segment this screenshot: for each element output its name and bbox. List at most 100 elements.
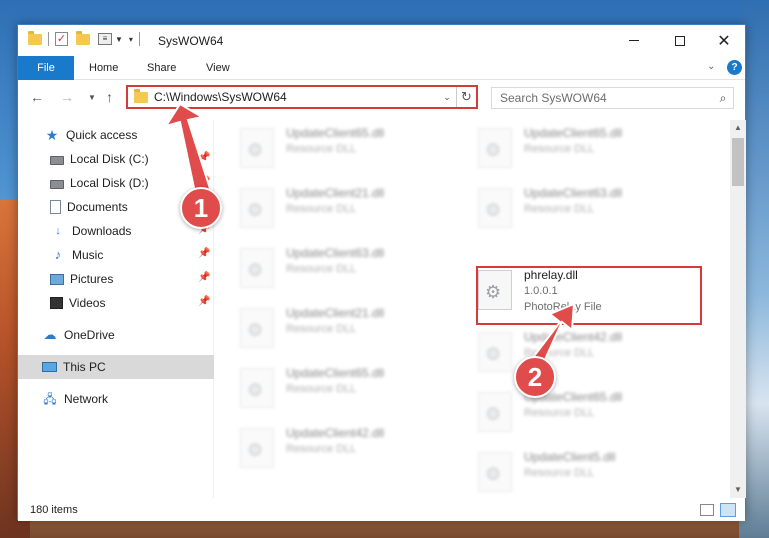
expand-ribbon-icon[interactable]: ⌄ — [707, 61, 715, 72]
sidebar-item-music[interactable]: ♪ Music 📌 — [18, 243, 214, 267]
recent-locations-chevron-icon[interactable]: ▼ — [88, 93, 96, 102]
file-name: UpdateClient21.dll — [286, 186, 385, 200]
file-item[interactable]: ⚙ UpdateClient63.dll Resource DLL — [218, 242, 438, 290]
file-item[interactable]: ⚙ UpdateClient65.dll Resource DLL — [218, 362, 438, 410]
dll-file-icon: ⚙ — [240, 308, 274, 348]
up-arrow-icon[interactable]: ↑ — [106, 89, 113, 105]
vertical-scrollbar[interactable]: ▲ ▼ — [730, 120, 746, 498]
search-box[interactable]: ⌕ — [491, 87, 734, 109]
scroll-up-icon[interactable]: ▲ — [730, 120, 746, 136]
pin-icon[interactable]: 📌 — [198, 296, 210, 307]
drive-icon — [50, 179, 64, 189]
back-arrow-icon[interactable]: ← — [30, 89, 44, 105]
pin-icon[interactable]: 📌 — [198, 272, 210, 283]
pin-icon[interactable]: 📌 — [198, 152, 210, 163]
sidebar-item-local-disk-d[interactable]: Local Disk (D:) 📌 — [18, 171, 214, 195]
minimize-button[interactable] — [611, 25, 657, 56]
details-view-icon[interactable] — [700, 504, 714, 516]
close-button[interactable]: ✕ — [701, 25, 747, 56]
dll-file-icon: ⚙ — [240, 248, 274, 288]
pin-icon[interactable]: 📌 — [198, 176, 210, 187]
file-item[interactable]: ⚙ UpdateClient63.dll Resource DLL — [456, 182, 676, 230]
file-item[interactable]: ⚙ UpdateClient21.dll Resource DLL — [218, 302, 438, 350]
sidebar-item-network[interactable]: 🖧 Network — [18, 387, 214, 411]
toolbar-divider — [48, 32, 49, 46]
tab-file[interactable]: File — [18, 56, 74, 80]
window-title: SysWOW64 — [158, 34, 224, 48]
music-icon: ♪ — [54, 247, 62, 262]
download-icon: ↓ — [55, 225, 61, 237]
file-name: UpdateClient65.dll — [286, 366, 385, 380]
gear-icon: ⚙ — [247, 200, 264, 220]
address-bar[interactable]: C:\Windows\SysWOW64 ⌄ ↻ — [126, 85, 478, 109]
refresh-icon[interactable]: ↻ — [456, 87, 476, 107]
tab-view[interactable]: View — [206, 62, 230, 74]
sidebar-item-label: Local Disk (D:) — [70, 176, 149, 190]
pin-icon[interactable]: 📌 — [198, 248, 210, 259]
file-item[interactable]: ⚙ UpdateClient65.dll Resource DLL — [456, 122, 676, 170]
file-description: Resource DLL — [286, 263, 357, 275]
file-description: Resource DLL — [524, 467, 595, 479]
document-icon — [50, 200, 61, 214]
search-input[interactable] — [500, 91, 713, 105]
tab-share[interactable]: Share — [147, 62, 176, 74]
file-description: Resource DLL — [286, 203, 357, 215]
ribbon-tabs: File Home Share View ⌄ ? — [18, 56, 745, 80]
properties-check-icon[interactable]: ✓ — [55, 32, 68, 46]
file-item[interactable]: ⚙ UpdateClient5.dll Resource DLL — [456, 446, 676, 494]
file-item[interactable]: ⚙ UpdateClient42.dll Resource DLL — [218, 422, 438, 470]
file-name: UpdateClient63.dll — [286, 246, 385, 260]
file-item[interactable]: ⚙ UpdateClient65.dll Resource DLL — [456, 386, 676, 434]
file-description: Resource DLL — [286, 323, 357, 335]
sidebar-item-label: Network — [64, 392, 109, 406]
file-description: Resource DLL — [524, 203, 595, 215]
sidebar-item-downloads[interactable]: ↓ Downloads 📌 — [18, 219, 214, 243]
address-path[interactable]: C:\Windows\SysWOW64 — [154, 90, 438, 104]
quick-access-dropdown-icon[interactable]: ▾ — [129, 35, 133, 44]
sidebar-item-local-disk-c[interactable]: Local Disk (C:) 📌 — [18, 147, 214, 171]
sidebar-item-label: Music — [72, 248, 104, 262]
navigation-bar: ← → ▼ ↑ C:\Windows\SysWOW64 ⌄ ↻ ⌕ — [18, 83, 745, 113]
sidebar-item-this-pc[interactable]: This PC — [18, 355, 214, 379]
search-icon[interactable]: ⌕ — [713, 91, 733, 106]
dll-file-icon: ⚙ — [240, 128, 274, 168]
dll-file-icon: ⚙ — [478, 392, 512, 432]
navigation-pane: ★ Quick access Local Disk (C:) 📌 Local D… — [18, 120, 214, 498]
dll-file-icon: ⚙ — [478, 128, 512, 168]
scroll-down-icon[interactable]: ▼ — [730, 482, 746, 498]
chevron-down-icon[interactable]: ▼ — [115, 35, 123, 44]
large-icons-view-icon[interactable] — [720, 503, 736, 517]
customize-icon[interactable]: ≡ — [98, 33, 112, 45]
step-badge-1: 1 — [180, 187, 222, 229]
file-item[interactable]: ⚙ UpdateClient42.dll Resource DLL — [456, 326, 676, 374]
file-name: UpdateClient65.dll — [286, 126, 385, 140]
new-folder-icon[interactable] — [76, 30, 90, 45]
quick-access-toolbar: ✓ ≡ ▼ ▾ — [28, 30, 146, 46]
sidebar-item-label: This PC — [63, 360, 106, 374]
dll-file-icon: ⚙ — [478, 452, 512, 492]
file-item[interactable]: ⚙ UpdateClient21.dll Resource DLL — [218, 182, 438, 230]
item-count: 180 items — [30, 504, 78, 516]
help-icon[interactable]: ? — [727, 60, 742, 75]
sidebar-item-pictures[interactable]: Pictures 📌 — [18, 267, 214, 291]
sidebar-item-quick-access[interactable]: ★ Quick access — [18, 123, 214, 147]
file-item[interactable]: ⚙ UpdateClient65.dll Resource DLL — [218, 122, 438, 170]
forward-arrow-icon[interactable]: → — [60, 89, 74, 105]
maximize-button[interactable] — [657, 25, 703, 56]
computer-icon — [42, 362, 57, 372]
status-bar: 180 items — [18, 499, 745, 521]
scrollbar-thumb[interactable] — [732, 138, 744, 186]
sidebar-item-label: Videos — [69, 296, 106, 310]
cloud-icon: ☁ — [43, 327, 57, 342]
folder-icon — [28, 30, 42, 45]
network-icon: 🖧 — [43, 392, 57, 406]
gear-icon: ⚙ — [485, 464, 502, 484]
gear-icon: ⚙ — [247, 320, 264, 340]
address-dropdown-icon[interactable]: ⌄ — [438, 92, 456, 103]
file-name: UpdateClient42.dll — [524, 330, 623, 344]
file-description: Resource DLL — [286, 443, 357, 455]
sidebar-item-label: Downloads — [72, 224, 132, 238]
tab-home[interactable]: Home — [89, 62, 118, 74]
sidebar-item-onedrive[interactable]: ☁ OneDrive — [18, 323, 214, 347]
sidebar-item-videos[interactable]: Videos 📌 — [18, 291, 214, 315]
